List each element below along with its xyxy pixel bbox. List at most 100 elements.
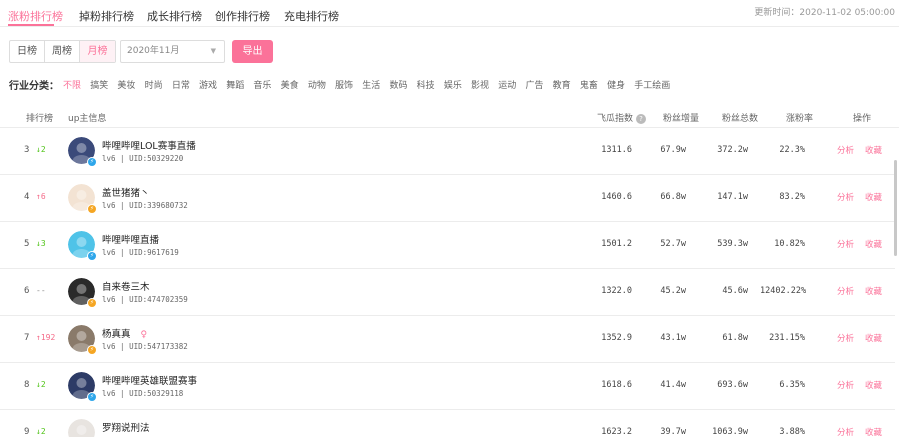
favorite-link[interactable]: 收藏	[865, 426, 882, 437]
fans-increase: 67.9w	[660, 145, 686, 155]
up-name-text: 杨真真	[102, 329, 131, 340]
header-rank: 排行榜	[26, 114, 54, 124]
up-name[interactable]: 哔哩哔哩直播	[102, 232, 159, 246]
category-item[interactable]: 搞笑	[90, 78, 108, 91]
fans-increase: 41.4w	[660, 380, 686, 390]
up-name[interactable]: 哔哩哔哩LOL赛事直播	[102, 138, 196, 152]
category-item[interactable]: 娱乐	[444, 78, 462, 91]
up-level: lv6	[102, 342, 116, 351]
rank-change: ↓2	[36, 380, 46, 389]
category-item[interactable]: 广告	[525, 78, 543, 91]
category-item[interactable]: 生活	[362, 78, 380, 91]
analyze-link[interactable]: 分析	[837, 285, 854, 297]
favorite-link[interactable]: 收藏	[865, 285, 882, 297]
monthly-button[interactable]: 月榜	[80, 41, 115, 62]
up-uid: UID:339680732	[129, 201, 188, 210]
fans-increase: 66.8w	[660, 192, 686, 202]
tab-creation[interactable]: 创作排行榜	[215, 8, 270, 24]
category-item[interactable]: 游戏	[199, 78, 217, 91]
category-item[interactable]: 音乐	[253, 78, 271, 91]
up-uid: UID:9617619	[129, 248, 179, 257]
category-item[interactable]: 运动	[498, 78, 516, 91]
category-item[interactable]: 手工绘画	[634, 78, 670, 91]
verified-badge-icon: ⚡	[87, 345, 97, 355]
up-name[interactable]: 自来卷三木	[102, 279, 150, 293]
table-row[interactable]: 7 ↑192 ⚡ 杨真真 ♀ lv6 | UID:547173382 1352.9…	[0, 316, 895, 363]
active-tab-indicator	[8, 24, 54, 26]
tab-fans-gain[interactable]: 涨粉排行榜	[8, 8, 63, 24]
export-button[interactable]: 导出	[232, 40, 273, 63]
analyze-link[interactable]: 分析	[837, 426, 854, 437]
category-item[interactable]: 数码	[389, 78, 407, 91]
tab-charge[interactable]: 充电排行榜	[284, 8, 339, 24]
favorite-link[interactable]: 收藏	[865, 332, 882, 344]
analyze-link[interactable]: 分析	[837, 144, 854, 156]
fans-rate: 12402.22%	[760, 286, 807, 296]
category-item[interactable]: 影视	[471, 78, 489, 91]
up-name-text: 罗翔说刑法	[102, 423, 150, 434]
tab-fans-loss[interactable]: 掉粉排行榜	[79, 8, 134, 24]
fans-total: 1063.9w	[712, 427, 748, 437]
up-name[interactable]: 杨真真 ♀	[102, 326, 147, 340]
index-value: 1311.6	[601, 145, 632, 155]
fans-total: 539.3w	[717, 239, 748, 249]
favorite-link[interactable]: 收藏	[865, 144, 882, 156]
table-row[interactable]: 4 ↑6 ⚡ 盖世猪猪丶 lv6 | UID:339680732 1460.6 …	[0, 175, 895, 222]
table-row[interactable]: 5 ↓3 ⚡ 哔哩哔哩直播 lv6 | UID:9617619 1501.2 5…	[0, 222, 895, 269]
header-increase: 粉丝增量	[663, 114, 700, 124]
verified-badge-icon: ⚡	[87, 392, 97, 402]
category-filter: 行业分类： 不限 搞笑 美妆 时尚 日常 游戏 舞蹈 音乐 美食 动物 服饰 生活 数码 科技 娱乐 影视 运动…	[9, 77, 679, 92]
category-item[interactable]: 服饰	[335, 78, 353, 91]
analyze-link[interactable]: 分析	[837, 238, 854, 250]
favorite-link[interactable]: 收藏	[865, 191, 882, 203]
tab-growth[interactable]: 成长排行榜	[147, 8, 202, 24]
up-name[interactable]: 罗翔说刑法	[102, 420, 150, 434]
verified-badge-icon: ⚡	[87, 204, 97, 214]
up-uid: UID:50329118	[129, 389, 184, 398]
rank-change: ↓2	[36, 145, 46, 154]
favorite-link[interactable]: 收藏	[865, 379, 882, 391]
rank-change: ↑6	[36, 192, 46, 201]
category-item[interactable]: 科技	[417, 78, 435, 91]
avatar[interactable]	[68, 419, 95, 437]
table-row[interactable]: 9 ↓2 ⚡ 罗翔说刑法 lv6 1623.2 39.7w 1063.9w 3.…	[0, 410, 895, 437]
table-row[interactable]: 8 ↓2 ⚡ 哔哩哔哩英雄联盟赛事 lv6 | UID:50329118 161…	[0, 363, 895, 410]
category-item[interactable]: 日常	[172, 78, 190, 91]
category-item[interactable]: 美食	[281, 78, 299, 91]
verified-badge-icon: ⚡	[87, 251, 97, 261]
category-item[interactable]: 教育	[553, 78, 571, 91]
category-item[interactable]: 美妆	[117, 78, 135, 91]
category-item[interactable]: 动物	[308, 78, 326, 91]
analyze-link[interactable]: 分析	[837, 332, 854, 344]
analyze-link[interactable]: 分析	[837, 379, 854, 391]
table-row[interactable]: 3 ↓2 ⚡ 哔哩哔哩LOL赛事直播 lv6 | UID:50329220 13…	[0, 128, 895, 175]
up-name-text: 哔哩哔哩直播	[102, 235, 160, 246]
table-row[interactable]: 6 -- ⚡ 自来卷三木 lv6 | UID:474702359 1322.0 …	[0, 269, 895, 316]
weekly-button[interactable]: 周榜	[45, 41, 80, 62]
up-level: lv6	[102, 295, 116, 304]
favorite-link[interactable]: 收藏	[865, 238, 882, 250]
help-icon[interactable]: ?	[636, 114, 647, 124]
scrollbar[interactable]	[894, 160, 897, 256]
category-item[interactable]: 鬼畜	[580, 78, 598, 91]
rank-change: ↓3	[36, 239, 46, 248]
month-select[interactable]: 2020年11月 ▼	[120, 40, 225, 63]
category-item[interactable]: 时尚	[145, 78, 163, 91]
daily-button[interactable]: 日榜	[10, 41, 45, 62]
fans-total: 45.6w	[722, 286, 748, 296]
up-name[interactable]: 盖世猪猪丶	[102, 185, 150, 199]
up-uid: UID:474702359	[129, 295, 188, 304]
up-meta: lv6 | UID:50329220	[102, 154, 184, 163]
category-item[interactable]: 健身	[607, 78, 625, 91]
up-uid: UID:50329220	[129, 154, 184, 163]
rank-number: 5	[24, 239, 30, 249]
up-level: lv6	[102, 248, 116, 257]
fans-increase: 43.1w	[660, 333, 686, 343]
category-item[interactable]: 舞蹈	[226, 78, 244, 91]
analyze-link[interactable]: 分析	[837, 191, 854, 203]
up-name[interactable]: 哔哩哔哩英雄联盟赛事	[102, 373, 197, 387]
female-icon: ♀	[140, 330, 148, 340]
verified-badge-icon: ⚡	[87, 298, 97, 308]
category-item[interactable]: 不限	[63, 78, 81, 91]
fans-total: 693.6w	[717, 380, 748, 390]
